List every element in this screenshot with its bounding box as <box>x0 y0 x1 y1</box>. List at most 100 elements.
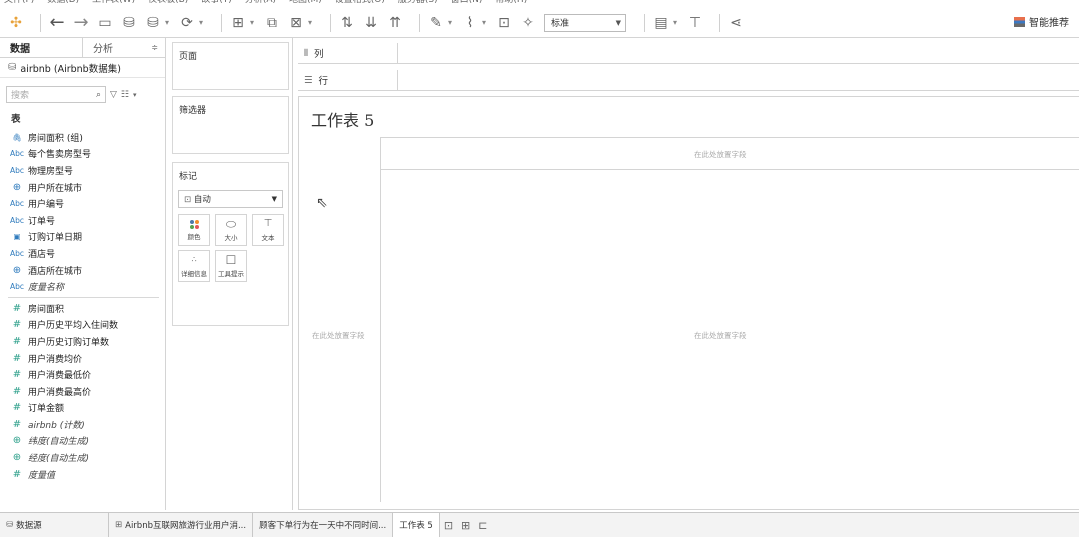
menu-item[interactable]: 工作表(W) <box>92 0 135 8</box>
tab-analysis[interactable]: 分析 ≑ <box>82 38 164 57</box>
view-list-icon[interactable]: ☷ <box>121 90 129 100</box>
tab-sheet-1[interactable]: ⊞ Airbnb互联网旅游行业用户消... <box>108 513 252 537</box>
field-item[interactable]: # 用户消费均价 <box>0 350 165 367</box>
duplicate-sheet-icon[interactable]: ⧉ <box>264 13 280 33</box>
pages-shelf[interactable]: 页面 <box>172 42 289 90</box>
chevron-down-icon[interactable]: ▾ <box>446 13 454 33</box>
field-item[interactable]: # airbnb (计数) <box>0 416 165 433</box>
chevron-down-icon[interactable]: ▾ <box>480 13 488 33</box>
rows-shelf[interactable]: ☰ 行 <box>298 70 1079 91</box>
field-item[interactable]: ⊕ 经度(自动生成) <box>0 449 165 466</box>
field-item[interactable]: Abc 度量名称 <box>0 278 165 295</box>
field-item[interactable]: # 订单金额 <box>0 400 165 417</box>
tab-datasource-label: 数据源 <box>16 521 42 531</box>
chevron-down-icon[interactable]: ▾ <box>163 13 171 33</box>
menu-item[interactable]: 服务器(S) <box>398 0 438 8</box>
field-item[interactable]: # 用户消费最低价 <box>0 366 165 383</box>
swap-axes-icon[interactable]: ⇅ <box>339 13 355 33</box>
field-name: 用户历史订购订单数 <box>28 337 110 348</box>
menu-item[interactable]: 数据(D) <box>47 0 79 8</box>
menu-item[interactable]: 文件(F) <box>4 0 34 8</box>
tab-sheet-1-label: Airbnb互联网旅游行业用户消... <box>125 521 247 531</box>
field-item[interactable]: Abc 订单号 <box>0 212 165 229</box>
field-name: 订单金额 <box>28 404 65 415</box>
labels-icon[interactable]: ⊡ <box>496 13 512 33</box>
dimension-list: 🖇 房间面积 (组) Abc 每个售卖房型号 Abc 物理房型号 ⊕ 用户所在城市 Abc 用户编… <box>0 129 165 295</box>
field-item[interactable]: ⊕ 纬度(自动生成) <box>0 433 165 450</box>
tooltip-button[interactable]: ☐ 工具提示 <box>215 250 247 282</box>
datasource-item[interactable]: ⛁ airbnb (Airbnb数据集) <box>0 58 165 78</box>
redo-arrow-icon[interactable]: → <box>73 12 89 33</box>
detail-button[interactable]: ∴ 详细信息 <box>178 250 210 282</box>
filter-icon[interactable]: ▽ <box>110 90 117 100</box>
chevron-down-icon[interactable]: ▾ <box>671 13 679 33</box>
size-button[interactable]: ⬭ 大小 <box>215 214 247 246</box>
menu-item[interactable]: 地图(M) <box>289 0 322 8</box>
columns-shelf[interactable]: ⫴ 列 <box>298 43 1079 64</box>
row-drop-zone[interactable]: 在此处放置字段 <box>312 330 365 341</box>
clear-sheet-icon[interactable]: ⊠ <box>288 13 304 33</box>
text-button[interactable]: ⊤ 文本 <box>252 214 284 246</box>
field-item[interactable]: # 用户历史订购订单数 <box>0 333 165 350</box>
presentation-mode-icon[interactable]: ⊤ <box>687 13 703 33</box>
field-item[interactable]: 🖇 房间面积 (组) <box>0 129 165 146</box>
sheet-title[interactable]: 工作表 5 <box>311 107 374 131</box>
refresh-icon[interactable]: ⟳ <box>179 13 195 33</box>
field-item[interactable]: Abc 每个售卖房型号 <box>0 146 165 163</box>
worksheet-canvas[interactable]: 工作表 5 在此处放置字段 在此处放置字段 在此处放置字段 ⇖ <box>298 96 1079 510</box>
new-datasource-icon[interactable]: ⛁ <box>121 13 137 33</box>
tab-datasource[interactable]: ⛁ 数据源 <box>0 513 108 537</box>
menu-item[interactable]: 故事(T) <box>201 0 232 8</box>
show-cards-icon[interactable]: ▤ <box>653 13 669 33</box>
field-item[interactable]: Abc 酒店号 <box>0 245 165 262</box>
chevron-down-icon[interactable]: ▾ <box>133 91 137 99</box>
new-worksheet-icon[interactable]: ⊞ <box>230 13 246 33</box>
highlight-pen-icon[interactable]: ✎ <box>428 13 444 33</box>
field-item[interactable]: ⊕ 用户所在城市 <box>0 179 165 196</box>
menu-item[interactable]: 分析(A) <box>245 0 276 8</box>
tab-sheet-5[interactable]: 工作表 5 <box>392 513 440 537</box>
chevron-down-icon[interactable]: ▾ <box>248 13 256 33</box>
sort-descending-icon[interactable]: ⇈ <box>387 13 403 33</box>
chevron-down-icon[interactable]: ▾ <box>197 13 205 33</box>
tab-data[interactable]: 数据 <box>0 38 82 57</box>
fit-dropdown[interactable]: 标准 ▼ <box>544 13 626 32</box>
center-drop-zone[interactable]: 在此处放置字段 <box>694 330 747 341</box>
column-drop-zone[interactable]: 在此处放置字段 <box>694 149 747 160</box>
menu-item[interactable]: 仪表板(B) <box>148 0 188 8</box>
divider <box>380 137 1079 138</box>
field-item[interactable]: # 房间面积 <box>0 300 165 317</box>
field-name: 用户所在城市 <box>28 183 83 194</box>
menu-item[interactable]: 窗口(N) <box>451 0 483 8</box>
menu-item[interactable]: 设置格式(O) <box>335 0 385 8</box>
new-worksheet-icon[interactable]: ⊡ <box>440 519 457 532</box>
menu-item[interactable]: 帮助(H) <box>495 0 527 8</box>
pane-menu-icon[interactable]: ≑ <box>151 43 158 52</box>
columns-icon: ⫴ <box>304 47 308 59</box>
mark-type-dropdown[interactable]: ⊡ 自动 ▼ <box>178 190 283 208</box>
sort-ascending-icon[interactable]: ⇊ <box>363 13 379 33</box>
share-icon[interactable]: ⋖ <box>728 13 744 33</box>
search-input[interactable]: 搜索 ⌕ <box>6 86 106 103</box>
field-item[interactable]: ⊕ 酒店所在城市 <box>0 262 165 279</box>
abc-icon: Abc <box>9 215 24 225</box>
pin-axis-icon[interactable]: ✧ <box>520 13 536 33</box>
tableau-logo-icon[interactable]: ✣ <box>8 13 24 33</box>
field-item[interactable]: # 用户消费最高价 <box>0 383 165 400</box>
tab-sheet-2[interactable]: 顾客下单行为在一天中不同时间... <box>252 513 392 537</box>
group-clip-icon[interactable]: ⌇ <box>462 13 478 33</box>
field-item[interactable]: # 用户历史平均入住间数 <box>0 317 165 334</box>
undo-arrow-icon[interactable]: ← <box>49 12 65 33</box>
field-item[interactable]: Abc 物理房型号 <box>0 162 165 179</box>
color-button[interactable]: 颜色 <box>178 214 210 246</box>
chevron-down-icon[interactable]: ▾ <box>306 13 314 33</box>
new-dashboard-icon[interactable]: ⊞ <box>457 519 474 532</box>
field-item[interactable]: # 度量值 <box>0 466 165 483</box>
smart-recommend-button[interactable]: 智能推荐 <box>1014 14 1069 29</box>
save-icon[interactable]: ▭ <box>97 13 113 33</box>
field-item[interactable]: Abc 用户编号 <box>0 195 165 212</box>
new-story-icon[interactable]: ⊏ <box>474 519 491 532</box>
filters-shelf[interactable]: 筛选器 <box>172 96 289 154</box>
pause-updates-icon[interactable]: ⛁ <box>145 13 161 33</box>
field-item[interactable]: ▣ 订购订单日期 <box>0 229 165 246</box>
